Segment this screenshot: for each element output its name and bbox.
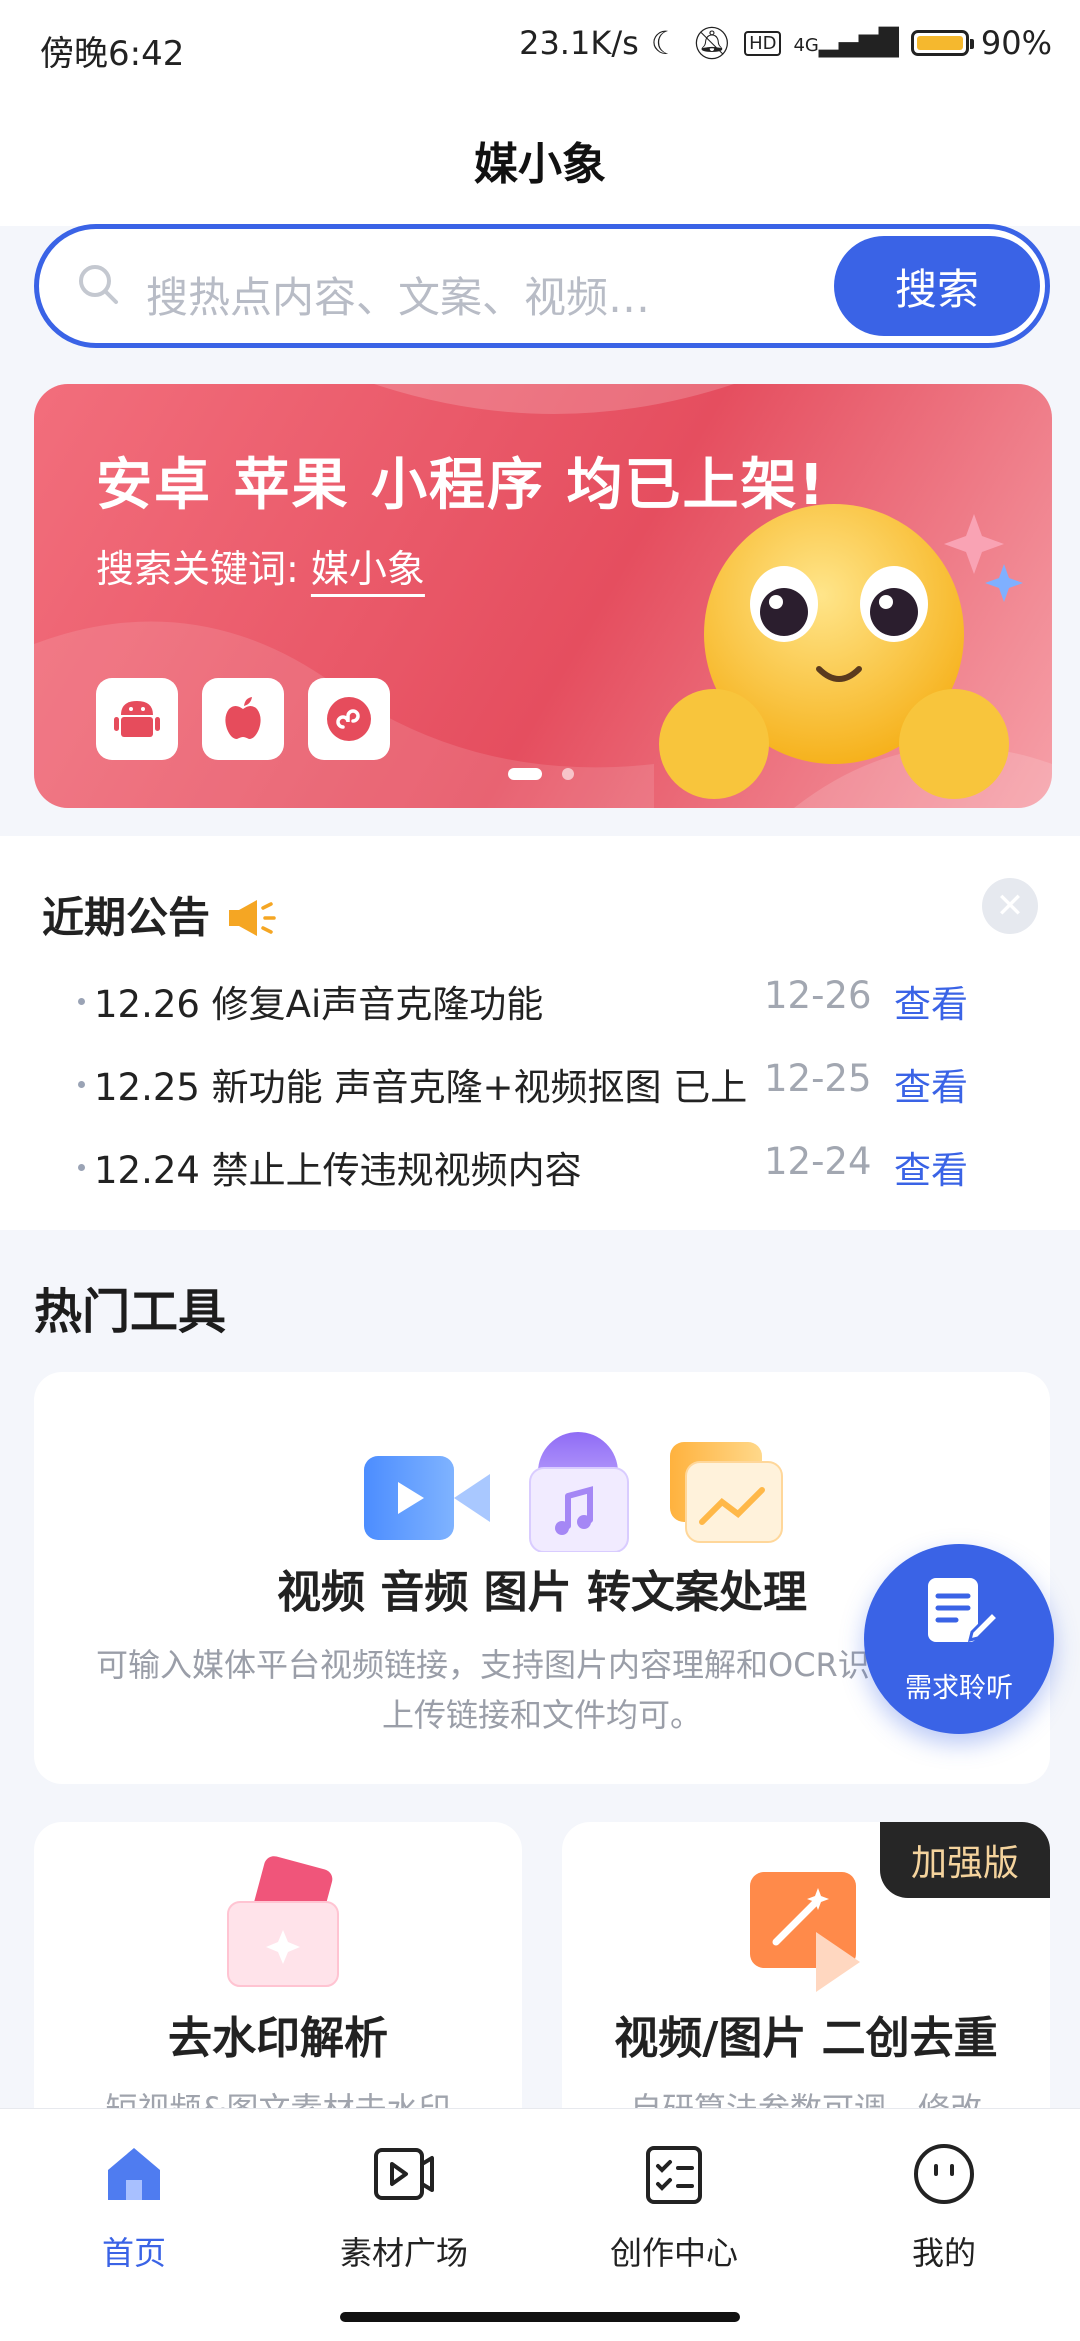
notice-item[interactable]: 12.24 禁止上传违规视频内容 12-24 查看 xyxy=(78,1140,978,1200)
nav-label: 创作中心 xyxy=(609,2234,738,2272)
notice-item-text: 12.24 禁止上传违规视频内容 xyxy=(94,1149,582,1192)
edit-document-icon xyxy=(928,1578,1001,1643)
smiley-face-icon xyxy=(914,2144,974,2204)
moon-icon: ☾ xyxy=(650,24,680,62)
notice-view-link[interactable]: 查看 xyxy=(894,1057,968,1111)
notice-view-link[interactable]: 查看 xyxy=(894,1140,968,1194)
android-icon xyxy=(96,678,178,760)
nav-label: 我的 xyxy=(911,2234,976,2272)
checklist-icon xyxy=(646,2146,702,2204)
tool-card-title: 去水印解析 xyxy=(168,2013,388,2064)
search-button[interactable]: 搜索 xyxy=(834,236,1040,336)
status-time: 傍晚6:42 xyxy=(40,34,185,74)
nav-label: 首页 xyxy=(101,2234,166,2272)
enhanced-badge: 加强版 xyxy=(880,1822,1050,1898)
banner-subtitle-prefix: 搜索关键词: xyxy=(96,547,299,591)
smiley-mascot-icon xyxy=(659,504,1023,799)
page-title: 媒小象 xyxy=(474,139,606,190)
feedback-label: 需求聆听 xyxy=(905,1673,1013,1704)
bullet-icon xyxy=(78,1164,85,1171)
tool-icons xyxy=(364,1432,783,1552)
bullet-icon xyxy=(78,998,85,1005)
magic-wand-icon xyxy=(750,1872,860,1992)
notice-item[interactable]: 12.26 修复Ai声音克隆功能 12-26 查看 xyxy=(78,974,978,1034)
close-icon[interactable]: ✕ xyxy=(982,878,1038,934)
section-title: 热门工具 xyxy=(34,1284,227,1340)
feedback-button[interactable]: 需求聆听 xyxy=(864,1544,1054,1734)
home-indicator xyxy=(340,2312,740,2322)
bullet-icon xyxy=(78,1081,85,1088)
bell-off-icon: 🔕︎ xyxy=(691,24,733,62)
signal-icon: 4G▂▄▆█ xyxy=(793,28,899,58)
notice-item-date: 12-25 xyxy=(764,1057,872,1100)
network-speed: 23.1K/s xyxy=(519,24,639,62)
video-icon xyxy=(364,1456,490,1540)
notice-item-date: 12-24 xyxy=(764,1140,872,1183)
status-icons: 23.1K/s ☾ 🔕︎ HD 4G▂▄▆█ 90% xyxy=(519,24,1052,62)
notice-item-text: 12.26 修复Ai声音克隆功能 xyxy=(94,983,544,1026)
notice-item[interactable]: 12.25 新功能 声音克隆+视频抠图 已上 12-25 查看 xyxy=(78,1057,978,1117)
hd-icon: HD xyxy=(744,30,782,56)
apple-icon xyxy=(202,678,284,760)
tool-card-title: 视频/图片 二创去重 xyxy=(614,2013,998,2064)
banner-subtitle: 搜索关键词: 媒小象 xyxy=(96,538,425,593)
carousel-dot[interactable] xyxy=(562,768,574,780)
notice-item-text: 12.25 新功能 声音克隆+视频抠图 已上 xyxy=(94,1066,748,1109)
megaphone-icon xyxy=(228,900,276,936)
notice-title-text: 近期公告 xyxy=(42,893,211,942)
banner-title: 安卓 苹果 小程序 均已上架! xyxy=(96,453,827,518)
video-square-icon xyxy=(374,2148,434,2200)
banner-keyword: 媒小象 xyxy=(310,547,425,591)
battery-percent: 90% xyxy=(980,24,1052,62)
image-icon xyxy=(670,1442,783,1543)
carousel-dot-active[interactable] xyxy=(508,768,542,780)
notice-title: 近期公告 xyxy=(42,884,277,945)
battery-icon xyxy=(910,30,974,56)
nav-label: 素材广场 xyxy=(339,2234,468,2272)
search-icon xyxy=(79,265,118,304)
notice-item-date: 12-26 xyxy=(764,974,872,1017)
search-placeholder: 搜热点内容、文案、视频… xyxy=(146,273,651,322)
watermark-remove-icon xyxy=(227,1856,339,1987)
home-icon xyxy=(108,2148,160,2200)
mini-program-icon xyxy=(308,678,390,760)
notice-view-link[interactable]: 查看 xyxy=(894,974,968,1028)
tool-card-desc: 可输入媒体平台视频链接，支持图片内容理解和OCR识 xyxy=(96,1646,870,1684)
audio-icon xyxy=(529,1432,629,1552)
